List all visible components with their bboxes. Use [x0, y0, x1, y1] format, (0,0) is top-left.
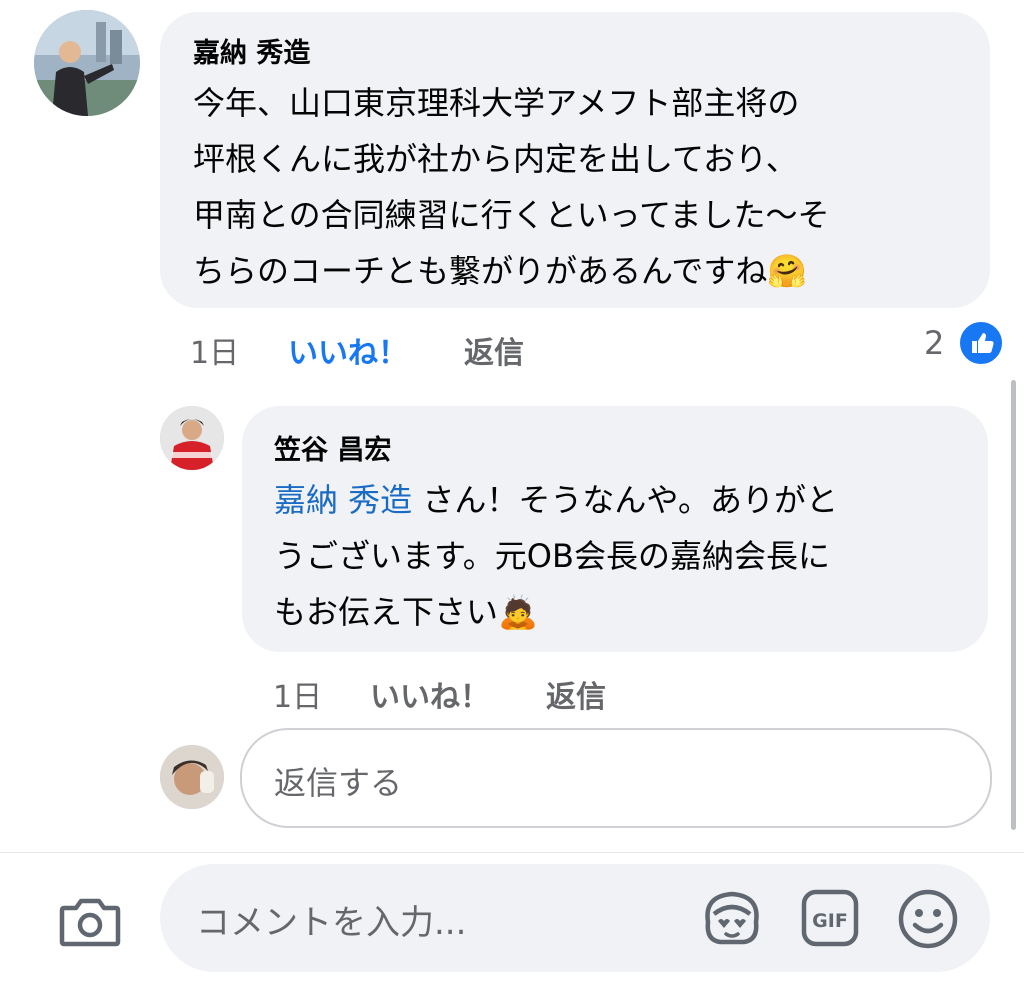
gif-label: GIF: [812, 910, 848, 932]
comment-text: 今年、山口東京理科大学アメフト部主将の 坪根くんに我が社から内定を出しており、 …: [193, 84, 830, 290]
avatar-kano[interactable]: [34, 10, 140, 116]
camera-icon[interactable]: [58, 892, 122, 950]
comment-time[interactable]: 1日: [190, 328, 239, 372]
avatar-sticker-icon[interactable]: [698, 888, 766, 952]
reply-like-button[interactable]: いいね！: [370, 672, 490, 716]
avatar-current-user[interactable]: [160, 745, 224, 809]
gif-icon[interactable]: GIF: [800, 888, 860, 948]
comment-author[interactable]: 嘉納 秀造: [193, 37, 310, 71]
avatar-image: [160, 406, 224, 470]
reaction-count[interactable]: 2: [924, 324, 944, 362]
like-button[interactable]: いいね！: [288, 328, 408, 372]
reply-time[interactable]: 1日: [273, 672, 322, 716]
reply-author[interactable]: 笠谷 昌宏: [274, 434, 391, 468]
comment-actions-1: 1日 いいね！ 返信: [0, 328, 1024, 371]
avatar-image: [34, 10, 140, 116]
reply-reply-button[interactable]: 返信: [546, 672, 606, 716]
emoji-icon[interactable]: [896, 887, 960, 951]
mention-link[interactable]: 嘉納 秀造: [274, 481, 412, 519]
comment-input-placeholder: コメントを入力...: [196, 903, 467, 943]
scrollbar[interactable]: [1011, 380, 1016, 830]
reply-text: 嘉納 秀造 さん！そうなんや。ありがと うございます。元OB会長の嘉納会長に も…: [274, 472, 974, 640]
reply-actions-1: 1日 いいね！ 返信: [0, 672, 1024, 715]
like-thumb-icon[interactable]: [958, 320, 1004, 366]
avatar-image: [160, 745, 224, 809]
avatar-kasaya[interactable]: [160, 406, 224, 470]
reply-input-placeholder: 返信する: [274, 764, 403, 802]
reply-button[interactable]: 返信: [464, 328, 524, 372]
